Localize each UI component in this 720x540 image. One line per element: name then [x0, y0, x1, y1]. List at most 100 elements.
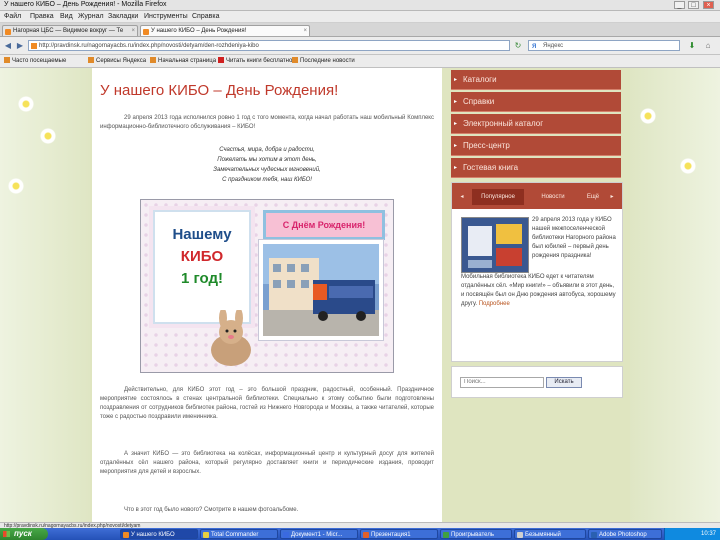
poem-line: Счастья, мира, добра и радости,	[219, 147, 315, 153]
tab-news[interactable]: Новости	[528, 189, 578, 205]
reload-icon[interactable]: ↻	[512, 40, 524, 51]
article-title: У нашего КИБО – День Рождения!	[100, 82, 339, 99]
search-engine-input[interactable]: Я Яндекс	[528, 40, 680, 51]
tab-kibo-birthday[interactable]: У нашего КИБО – День Рождения! ×	[140, 25, 310, 36]
forward-arrow-icon[interactable]: ▶	[14, 40, 26, 51]
card-line-2: КИБО	[180, 248, 224, 265]
menu-file[interactable]: Файл	[4, 11, 21, 22]
windows-logo-icon	[3, 531, 10, 537]
bullet-arrow-icon: ▸	[454, 99, 458, 105]
tab-label: У нашего КИБО – День Рождения!	[151, 28, 247, 34]
menu-view[interactable]: Вид	[60, 11, 73, 22]
bunny-illustration	[211, 310, 251, 366]
site-search-widget: Искать	[451, 366, 623, 398]
address-url: http://pravdinsk.ru/nagornayacbs.ru/inde…	[39, 43, 259, 49]
news-widget: Популярное Новости Ещё ◂ ▸ 29 апреля 201…	[451, 182, 623, 362]
taskbar-item[interactable]: У нашего КИБО	[120, 529, 198, 539]
sidebar-item-catalogs[interactable]: ▸ Каталоги	[451, 70, 621, 90]
sidebar-item-ecatalog[interactable]: ▸ Электронный каталог	[451, 114, 621, 134]
start-label: пуск	[14, 529, 32, 538]
minimize-button[interactable]: _	[674, 1, 685, 9]
download-arrow-icon[interactable]: ⬇	[686, 40, 698, 51]
taskbar-item[interactable]: Презентация1	[360, 529, 438, 539]
bookmarks-toolbar: Часто посещаемые Сервисы Яндекса Начальн…	[0, 55, 720, 68]
taskbar-item[interactable]: Безымянный	[514, 529, 586, 539]
menu-bookmarks[interactable]: Закладки	[108, 11, 138, 22]
taskbar-item-label: Adobe Photoshop	[599, 532, 647, 538]
background-decoration	[630, 68, 720, 522]
close-tab-icon[interactable]: ×	[303, 26, 307, 36]
taskbar-item-label: У нашего КИБО	[131, 532, 175, 538]
window-title-bar: У нашего КИБО – День Рождения! - Mozilla…	[0, 0, 720, 11]
sidebar-item-references[interactable]: ▸ Справки	[451, 92, 621, 112]
back-arrow-icon[interactable]: ◀	[2, 40, 14, 51]
flower-decoration-icon	[680, 158, 696, 174]
tab-label: Нагорная ЦБС — Видимое вокруг — Те	[13, 28, 124, 34]
chevron-right-icon[interactable]: ▸	[606, 189, 618, 205]
bullet-arrow-icon: ▸	[454, 165, 458, 171]
article-paragraph: А значит КИБО — это библиотека на колёса…	[100, 451, 434, 475]
taskbar: пуск У нашего КИБО Total Commander Докум…	[0, 528, 720, 540]
player-icon	[443, 532, 449, 538]
tab-nagornaya[interactable]: Нагорная ЦБС — Видимое вокруг — Те ×	[2, 25, 138, 36]
tab-popular[interactable]: Популярное	[472, 189, 524, 205]
poem-line: С праздником тебя, наш КИБО!	[222, 177, 312, 183]
flower-decoration-icon	[8, 178, 24, 194]
site-search-input[interactable]	[460, 377, 544, 388]
article: У нашего КИБО – День Рождения! 29 апреля…	[92, 68, 442, 522]
menu-history[interactable]: Журнал	[78, 11, 104, 22]
card-line-1: Нашему	[172, 226, 232, 243]
card-line-3: 1 год!	[180, 270, 224, 287]
taskbar-item[interactable]: Adobe Photoshop	[588, 529, 662, 539]
address-bar[interactable]: http://pravdinsk.ru/nagornayacbs.ru/inde…	[28, 40, 510, 51]
tab-more[interactable]: Ещё	[582, 189, 604, 205]
yandex-search-icon: Я	[532, 44, 537, 50]
bullet-arrow-icon: ▸	[454, 143, 458, 149]
navigation-bar: ◀ ▶ http://pravdinsk.ru/nagornayacbs.ru/…	[0, 37, 720, 55]
menu-edit[interactable]: Правка	[30, 11, 54, 22]
page-favicon-icon	[143, 29, 149, 35]
bookmark-item[interactable]: Часто посещаемые	[4, 55, 66, 67]
bookmark-label: Часто посещаемые	[12, 58, 67, 64]
maximize-button[interactable]: □	[688, 1, 699, 9]
bookmark-icon	[150, 57, 156, 63]
bookmark-item[interactable]: Сервисы Яндекса	[88, 55, 146, 67]
widget-tabs: Популярное Новости Ещё ◂ ▸	[452, 183, 622, 209]
taskbar-item[interactable]: Total Commander	[200, 529, 278, 539]
bookmark-icon	[4, 57, 10, 63]
taskbar-item[interactable]: Проигрыватель	[440, 529, 512, 539]
article-intro: 29 апреля 2013 года исполнился ровно 1 г…	[100, 115, 434, 130]
close-window-button[interactable]: ×	[703, 1, 714, 9]
flower-decoration-icon	[640, 108, 656, 124]
start-button[interactable]: пуск	[0, 528, 48, 540]
system-tray: 10:37	[664, 528, 720, 540]
sidebar-item-label: Электронный каталог	[463, 119, 544, 128]
news-thumbnail-graphic	[462, 218, 528, 272]
bus-photo-graphic	[263, 244, 379, 336]
taskbar-item-label: Документ1 - Micr...	[291, 532, 343, 538]
bookmark-icon	[88, 57, 94, 63]
bookmark-icon	[292, 57, 298, 63]
chevron-left-icon[interactable]: ◂	[456, 189, 468, 205]
taskbar-item[interactable]: Документ1 - Micr...	[280, 529, 358, 539]
news-thumbnail[interactable]	[461, 217, 529, 273]
menu-tools[interactable]: Инструменты	[144, 11, 188, 22]
poem-line: Замечательных чудесных мгновений,	[213, 167, 321, 173]
home-icon[interactable]: ⌂	[702, 40, 714, 51]
bookmark-label: Сервисы Яндекса	[96, 58, 147, 64]
article-paragraph: Что в этот год было нового? Смотрите в н…	[124, 507, 299, 513]
menu-help[interactable]: Справка	[192, 11, 219, 22]
bookmark-item[interactable]: Начальная страница	[150, 55, 216, 67]
bookmark-item[interactable]: Читать книги бесплатно	[218, 55, 292, 67]
sidebar-item-guestbook[interactable]: ▸ Гостевая книга	[451, 158, 621, 178]
sidebar-item-label: Справки	[463, 97, 495, 106]
site-search-button[interactable]: Искать	[546, 377, 582, 388]
clock: 10:37	[700, 531, 716, 537]
sidebar-item-label: Каталоги	[463, 75, 497, 84]
read-more-link[interactable]: Подробнее	[479, 301, 510, 307]
bookmark-item[interactable]: Последние новости	[292, 55, 355, 67]
taskbar-item-label: Проигрыватель	[451, 532, 494, 538]
close-tab-icon[interactable]: ×	[131, 26, 135, 36]
paint-icon	[517, 532, 523, 538]
sidebar-item-press[interactable]: ▸ Пресс-центр	[451, 136, 621, 156]
